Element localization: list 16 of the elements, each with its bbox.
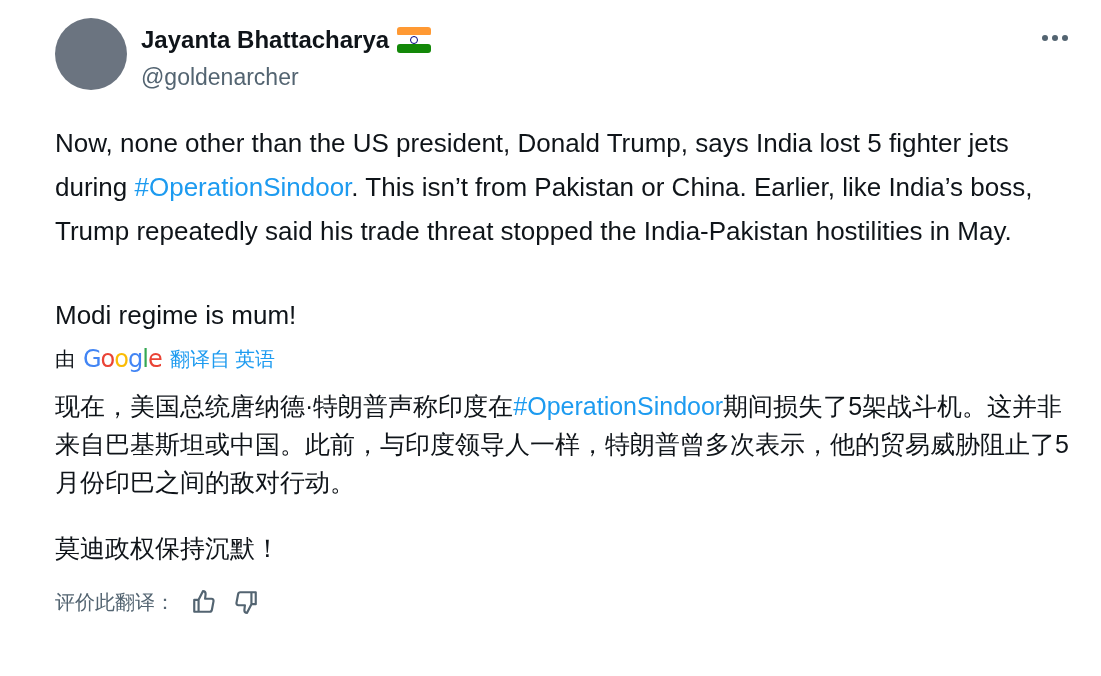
- rate-translation-label: 评价此翻译：: [55, 589, 175, 615]
- hashtag-link[interactable]: #OperationSindoor: [513, 391, 724, 420]
- tweet-text: Modi regime is mum!: [55, 298, 298, 332]
- tweet-text: Now, none other than the US president, Donald Trump, says India lost 5 fighter jets during #OperationSindoor. This isn’t from Pakistan or China. Earlier, like India’s boss, Trump repeatedly said his trade threat stopped the India-Pakistan hostilities in May.: [55, 126, 1034, 248]
- google-logo: Google: [83, 343, 162, 375]
- translated-text: 现在，美国总统唐纳德·特朗普声称印度在#OperationSindoor期间损失了5架战斗机。这并非来自巴基斯坦或中国。此前，与印度领导人一样，特朗普曾多次表示，他的贸易威胁阻止了5月份印巴之间的敌对行动。: [55, 390, 1070, 498]
- author-handle[interactable]: @goldenarcher: [141, 60, 1041, 95]
- more-options-icon[interactable]: [1041, 34, 1069, 42]
- thumbs-down-icon[interactable]: [233, 588, 259, 615]
- translated-text: 莫迪政权保持沉默！: [55, 532, 281, 564]
- flag-icon: [397, 27, 432, 53]
- translation-source-link[interactable]: 翻译自 英语: [169, 343, 276, 374]
- hashtag-link[interactable]: #OperationSindoor: [134, 171, 352, 202]
- author-name[interactable]: Jayanta Bhattacharya: [141, 22, 390, 58]
- thumbs-up-icon[interactable]: [191, 588, 217, 615]
- translated-by-label: 由: [55, 346, 75, 372]
